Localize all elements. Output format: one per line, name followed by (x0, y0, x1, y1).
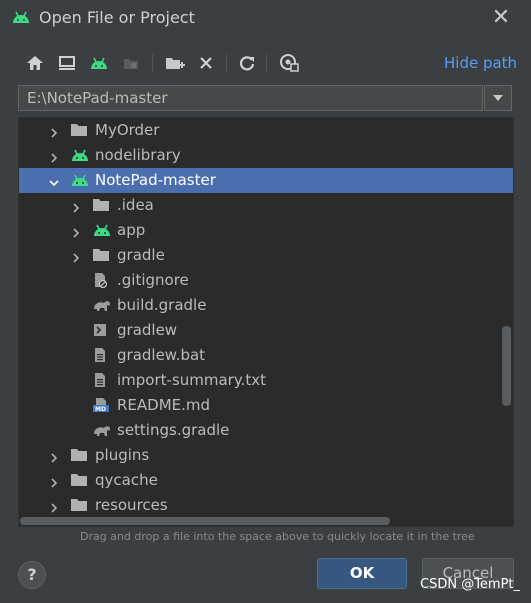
path-field (18, 85, 484, 111)
android-icon (70, 172, 88, 188)
tree-row[interactable]: gradlew (19, 318, 513, 343)
tree-row-label: gradlew.bat (117, 346, 206, 364)
tree-row-label: MyOrder (95, 121, 160, 139)
tree-row-label: README.md (117, 396, 211, 414)
tree-row-label: plugins (95, 446, 150, 464)
tree-row[interactable]: nodelibrary (19, 143, 513, 168)
tree-row-label: build.gradle (117, 296, 207, 314)
android-icon (70, 147, 88, 163)
tree-row[interactable]: .idea (19, 193, 513, 218)
tree-row[interactable]: app (19, 218, 513, 243)
horizontal-scrollbar[interactable] (20, 517, 390, 525)
chevron-right-icon[interactable] (48, 124, 60, 138)
module-button[interactable] (118, 48, 144, 78)
toolbar-separator (226, 54, 227, 72)
tree-row[interactable]: MyOrder (19, 118, 513, 143)
drag-drop-hint: Drag and drop a file into the space abov… (80, 530, 475, 543)
hide-path-link[interactable]: Hide path (444, 54, 517, 72)
desktop-icon (59, 56, 75, 70)
tree-row[interactable]: .gitignore (19, 268, 513, 293)
path-history-dropdown[interactable] (484, 85, 512, 111)
chevron-right-icon[interactable] (48, 149, 60, 163)
tree-row[interactable]: gradle (19, 243, 513, 268)
tree-row[interactable]: settings.gradle (19, 418, 513, 443)
text-file-icon (92, 372, 110, 388)
folder-icon (70, 122, 88, 138)
home-icon (27, 56, 43, 70)
folder-icon (92, 197, 110, 213)
folder-icon (70, 497, 88, 513)
show-hidden-button[interactable] (276, 48, 302, 78)
tree-row[interactable]: build.gradle (19, 293, 513, 318)
chevron-right-icon[interactable] (48, 449, 60, 463)
chevron-right-icon[interactable] (70, 249, 82, 263)
project-button[interactable] (86, 48, 112, 78)
tree-row-label: import-summary.txt (117, 371, 266, 389)
tree-row-label: NotePad-master (95, 171, 216, 189)
watermark: CSDN @TemPt_ (420, 577, 521, 592)
refresh-icon (239, 56, 255, 71)
tree-row[interactable]: MD README.md (19, 393, 513, 418)
tree-row-label: nodelibrary (95, 146, 181, 164)
chevron-down-icon (493, 95, 503, 101)
close-button[interactable]: ✕ (490, 7, 512, 29)
chevron-right-icon[interactable] (70, 224, 82, 238)
new-folder-button[interactable] (162, 48, 188, 78)
tree-row[interactable]: qycache (19, 468, 513, 493)
chevron-right-icon[interactable] (48, 499, 60, 513)
gradle-icon (92, 422, 110, 438)
delete-button[interactable] (193, 48, 219, 78)
dialog-title: Open File or Project (39, 8, 195, 27)
android-icon (13, 11, 29, 23)
shell-icon (92, 322, 110, 338)
vertical-scrollbar[interactable] (502, 326, 511, 406)
android-icon (92, 222, 110, 238)
tree-row[interactable]: NotePad-master (19, 168, 513, 193)
folder-icon (70, 447, 88, 463)
folder-icon (70, 472, 88, 488)
refresh-button[interactable] (234, 48, 260, 78)
delete-icon (200, 57, 212, 69)
svg-text:MD: MD (95, 406, 106, 413)
tree-row-label: gradlew (117, 321, 178, 339)
chevron-right-icon[interactable] (48, 474, 60, 488)
chevron-right-icon[interactable] (70, 199, 82, 213)
desktop-button[interactable] (54, 48, 80, 78)
toolbar-separator (152, 54, 153, 72)
tree-row-label: .gitignore (117, 271, 189, 289)
tree-row-label: settings.gradle (117, 421, 230, 439)
tree-row[interactable]: import-summary.txt (19, 368, 513, 393)
home-button[interactable] (22, 48, 48, 78)
tree-row-label: qycache (95, 471, 158, 489)
text-file-icon (92, 347, 110, 363)
android-project-icon (91, 57, 107, 69)
title-bar: Open File or Project ✕ (0, 0, 531, 38)
toolbar-separator (266, 54, 267, 72)
folder-icon (92, 247, 110, 263)
tree-row-label: app (117, 221, 146, 239)
path-input[interactable] (19, 86, 484, 110)
markdown-icon: MD (92, 397, 110, 413)
tree-row[interactable]: resources (19, 493, 513, 518)
ok-button[interactable]: OK (317, 558, 407, 589)
tree-row-label: .idea (117, 196, 154, 214)
module-icon (124, 59, 138, 69)
chevron-down-icon[interactable] (48, 174, 60, 187)
ignore-file-icon (92, 272, 110, 289)
help-button[interactable]: ? (18, 561, 46, 589)
tree-row[interactable]: plugins (19, 443, 513, 468)
tree-row-label: gradle (117, 246, 165, 264)
new-folder-icon (166, 58, 185, 69)
file-tree[interactable]: MyOrder nodelibrary NotePad-master .idea app… (18, 117, 514, 527)
show-hidden-icon (280, 54, 299, 72)
gradle-icon (92, 297, 110, 313)
tree-row[interactable]: gradlew.bat (19, 343, 513, 368)
tree-row-label: resources (95, 496, 168, 514)
